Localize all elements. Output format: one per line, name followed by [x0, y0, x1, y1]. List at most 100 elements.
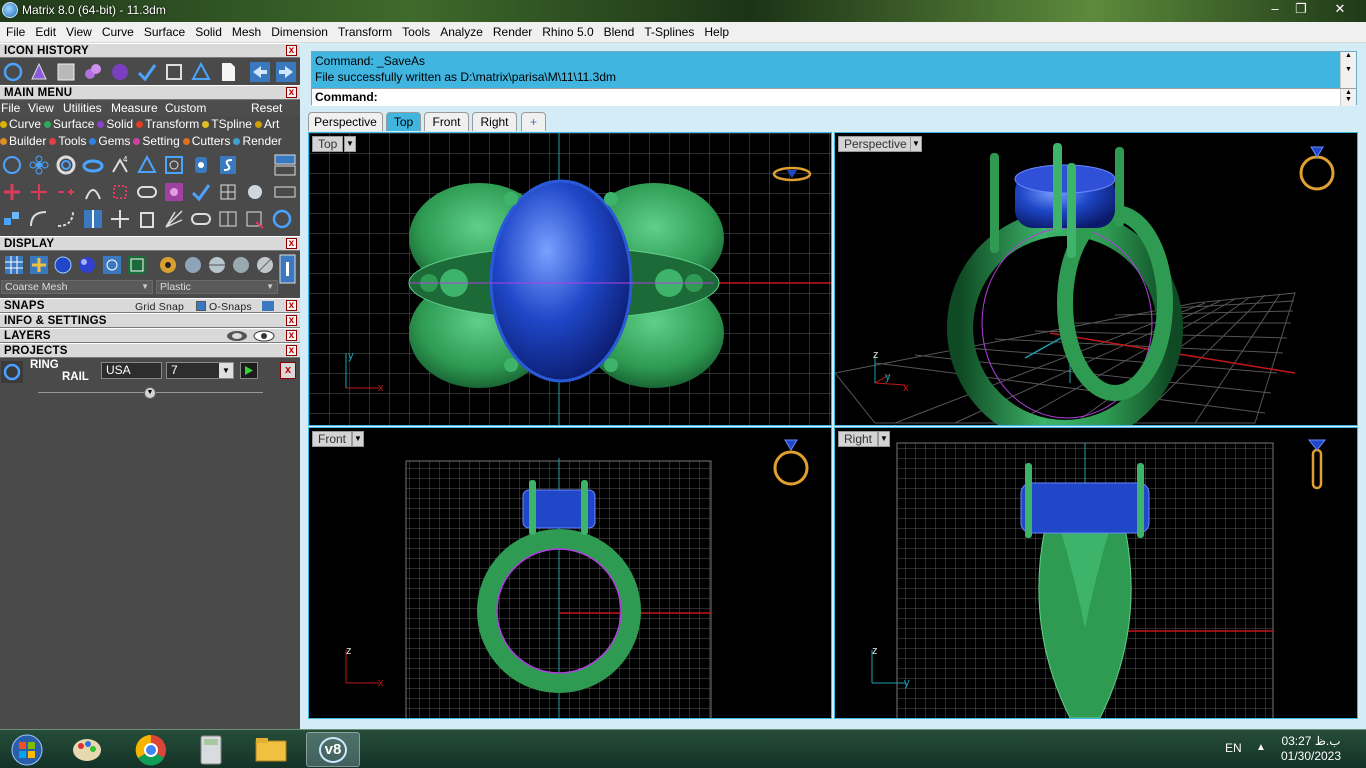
display-header[interactable]: DISPLAY x [0, 236, 300, 251]
gem-setting-icon[interactable] [136, 154, 158, 176]
move-icon[interactable] [109, 208, 131, 230]
shaded-sphere-icon[interactable] [52, 254, 74, 276]
close-icon[interactable]: x [286, 315, 297, 326]
circle-outline-icon[interactable] [271, 208, 293, 230]
file-explorer-icon[interactable] [244, 732, 298, 767]
menu-analyze[interactable]: Analyze [435, 22, 488, 43]
mm-view[interactable]: View [28, 100, 54, 116]
cat-surface[interactable]: Surface [44, 116, 94, 133]
xray-icon[interactable] [101, 254, 123, 276]
chrome-icon[interactable] [124, 732, 178, 767]
circle-tool-icon[interactable] [2, 61, 24, 83]
mirror-icon[interactable] [217, 208, 239, 230]
history-scrollbar[interactable]: ▲ ▼ [1340, 52, 1356, 88]
arc-icon[interactable] [82, 181, 104, 203]
plus-icon[interactable] [1, 181, 23, 203]
mm-custom[interactable]: Custom [165, 100, 206, 116]
o-snaps-toggle[interactable]: O-Snaps [209, 300, 252, 314]
spheres-icon[interactable] [82, 61, 104, 83]
box-icon[interactable] [163, 61, 185, 83]
cat-cutters[interactable]: Cutters [182, 133, 230, 150]
icon-history-header[interactable]: ICON HISTORY x [0, 43, 300, 58]
viewport-label-front[interactable]: Front [312, 431, 353, 447]
panel-toggle-icon[interactable] [274, 154, 296, 176]
back-arrow-icon[interactable] [249, 61, 271, 83]
forward-arrow-icon[interactable] [275, 61, 297, 83]
copy-icon[interactable] [136, 208, 158, 230]
display-toggle-icon[interactable] [279, 254, 296, 284]
silver-material-icon[interactable] [230, 254, 252, 276]
chevron-down-icon[interactable]: ▼ [878, 431, 890, 447]
menu-dimension[interactable]: Dimension [266, 22, 333, 43]
ring-size-select[interactable]: 7 ▼ [166, 362, 234, 379]
cat-builder[interactable]: Builder [0, 133, 46, 150]
snaps-header[interactable]: SNAPS Grid Snap O-Snaps x [0, 298, 300, 313]
cat-gems[interactable]: Gems [89, 133, 130, 150]
viewport-front[interactable]: z x Front ▼ [308, 427, 832, 719]
grid-snap-toggle[interactable]: Grid Snap [135, 300, 184, 314]
apply-button[interactable] [240, 362, 258, 379]
tray-expand-icon[interactable]: ▲ [1256, 742, 1266, 753]
menu-file[interactable]: File [0, 22, 30, 43]
mm-utilities[interactable]: Utilities [63, 100, 102, 116]
maximize-button[interactable]: ❐ [1288, 0, 1314, 18]
menu-curve[interactable]: Curve [97, 22, 139, 43]
size-standard-field[interactable]: USA [101, 362, 162, 379]
menu-surface[interactable]: Surface [139, 22, 190, 43]
menu-blend[interactable]: Blend [599, 22, 640, 43]
mesh-select[interactable]: Coarse Mesh ▼ [1, 280, 153, 294]
pattern-icon[interactable] [163, 181, 185, 203]
close-button[interactable]: ✕ [1326, 0, 1354, 18]
menu-tools[interactable]: Tools [397, 22, 435, 43]
trim-icon[interactable] [244, 208, 266, 230]
cross-view-icon[interactable] [28, 254, 50, 276]
close-icon[interactable]: x [286, 330, 297, 341]
mm-measure[interactable]: Measure [111, 100, 158, 116]
eye-icon[interactable] [253, 330, 275, 342]
grid-gem-icon[interactable] [217, 181, 239, 203]
s-curve-icon[interactable] [217, 154, 239, 176]
plus-small-icon[interactable] [28, 181, 50, 203]
metal-material-icon[interactable] [182, 254, 204, 276]
menu-edit[interactable]: Edit [30, 22, 61, 43]
command-input[interactable]: Command: ▲ ▼ [312, 88, 1356, 106]
band-icon[interactable] [82, 154, 104, 176]
paint-icon[interactable] [60, 732, 114, 767]
layer-visibility-icon[interactable] [226, 330, 248, 342]
menu-help[interactable]: Help [699, 22, 734, 43]
close-icon[interactable]: x [286, 45, 297, 56]
mm-reset[interactable]: Reset [251, 100, 282, 116]
cat-setting[interactable]: Setting [133, 133, 180, 150]
chevron-down-icon[interactable]: ▼ [344, 136, 356, 152]
matrix-app-icon[interactable] [2, 2, 18, 18]
check-icon[interactable] [190, 181, 212, 203]
layers-header[interactable]: LAYERS x [0, 328, 300, 343]
chrome-material-icon[interactable] [206, 254, 228, 276]
cat-tspline[interactable]: TSpline [202, 116, 252, 133]
menu-rhino5[interactable]: Rhino 5.0 [537, 22, 598, 43]
prong-icon[interactable]: 4 [109, 154, 131, 176]
array-icon[interactable] [163, 208, 185, 230]
menu-view[interactable]: View [61, 22, 97, 43]
cat-render[interactable]: Render [233, 133, 282, 150]
panel-resize-handle[interactable]: ▼ [144, 387, 156, 399]
menu-render[interactable]: Render [488, 22, 537, 43]
surface-icon[interactable] [55, 61, 77, 83]
mm-file[interactable]: File [1, 100, 20, 116]
info-settings-header[interactable]: INFO & SETTINGS x [0, 313, 300, 328]
cat-art[interactable]: Art [254, 116, 279, 133]
cubes-icon[interactable] [1, 208, 23, 230]
clock[interactable]: 03:27 ب.ظ 01/30/2023 [1280, 734, 1342, 764]
close-project-button[interactable]: x [280, 362, 296, 379]
tab-perspective[interactable]: Perspective [308, 112, 383, 131]
command-spinner[interactable]: ▲ ▼ [1340, 89, 1356, 106]
viewport-label-top[interactable]: Top [312, 136, 344, 152]
gem-builder-icon[interactable] [28, 61, 50, 83]
snaps-options-icon[interactable] [261, 300, 275, 312]
tab-front[interactable]: Front [424, 112, 469, 131]
scale-icon[interactable] [109, 181, 131, 203]
viewport-label-right[interactable]: Right [838, 431, 879, 447]
chevron-down-icon[interactable]: ▼ [352, 431, 364, 447]
flower-icon[interactable] [28, 154, 50, 176]
cat-solid[interactable]: Solid [97, 116, 133, 133]
